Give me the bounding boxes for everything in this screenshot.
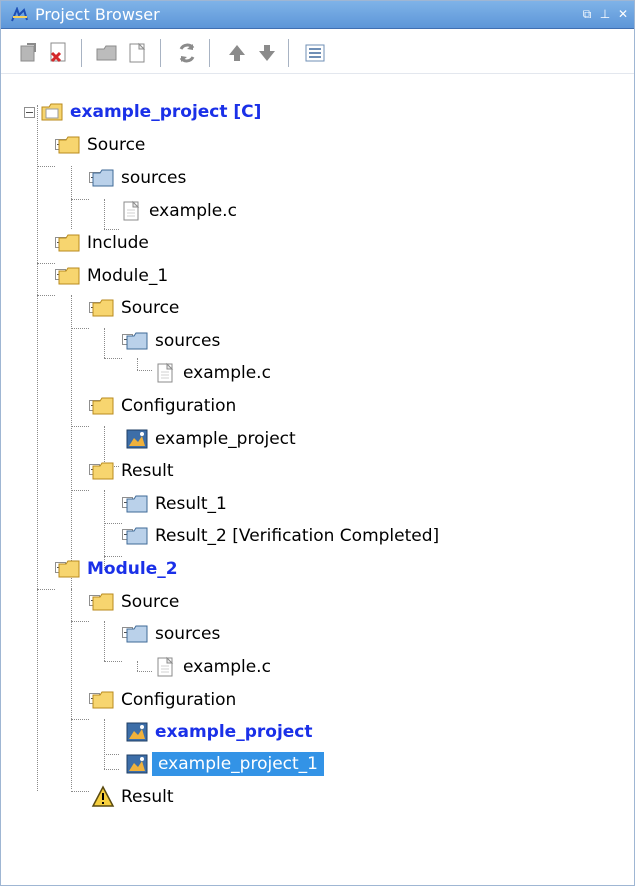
tree-node-label: Result_1: [155, 494, 227, 514]
tree-node-label: Source: [121, 298, 180, 318]
tree-node-label: Result_2 [Verification Completed]: [155, 526, 440, 546]
folder-icon: [58, 560, 80, 578]
configuration-icon: [126, 429, 148, 449]
new-file-icon[interactable]: [125, 41, 149, 65]
file-icon: [157, 656, 174, 677]
tree-node-sources[interactable]: sources: [125, 328, 220, 354]
folder-icon: [92, 462, 114, 480]
properties-icon[interactable]: [303, 41, 327, 65]
folder-icon: [92, 299, 114, 317]
tree-node-source[interactable]: Source: [57, 132, 145, 158]
tree-node-configuration[interactable]: Configuration: [91, 393, 236, 419]
folder-blue-icon: [126, 527, 148, 545]
tree-node-sources[interactable]: sources: [91, 165, 186, 191]
tree-node-label: example_project [C]: [70, 102, 262, 122]
tree-node-result-1[interactable]: Result_1: [125, 491, 227, 517]
folder-icon: [58, 234, 80, 252]
tree-node-label: Module_2: [87, 559, 178, 579]
folder-icon: [58, 136, 80, 154]
tree-node-label: Include: [87, 233, 149, 253]
tree-node-label: Configuration: [121, 690, 237, 710]
toolbar-separator: [160, 39, 161, 67]
refresh-icon[interactable]: [175, 41, 199, 65]
tree-node-label: example_project: [155, 429, 296, 449]
new-folder-icon[interactable]: [95, 41, 119, 65]
title-bar: Project Browser ⧉ ⊥ ✕: [1, 1, 634, 29]
tree-node-label: example_project: [155, 722, 313, 742]
file-icon: [157, 362, 174, 383]
tree-node-source[interactable]: Source: [91, 295, 179, 321]
tree-node-config-selected[interactable]: example_project_1: [125, 751, 324, 777]
restore-icon[interactable]: ⧉: [580, 6, 594, 22]
tree-node-label: Source: [87, 135, 146, 155]
tree-node-example-project[interactable]: example_project [C]: [40, 99, 261, 125]
tree-node-file[interactable]: example.c: [153, 654, 271, 680]
folder-blue-icon: [126, 495, 148, 513]
toolbar-separator: [288, 39, 289, 67]
tree-node-label: sources: [155, 331, 221, 351]
tree-node-file[interactable]: example.c: [153, 360, 271, 386]
tree-node-config[interactable]: example_project: [125, 426, 296, 452]
folder-blue-icon: [126, 332, 148, 350]
folder-blue-icon: [92, 169, 114, 187]
tree-node-label: sources: [155, 624, 221, 644]
down-arrow-icon[interactable]: [255, 41, 279, 65]
close-icon[interactable]: ✕: [616, 6, 630, 22]
warning-icon: [91, 785, 115, 807]
toolbar-separator: [81, 39, 82, 67]
configuration-icon: [126, 754, 148, 774]
tree-node-configuration[interactable]: Configuration: [91, 687, 236, 713]
pin-icon[interactable]: ⊥: [598, 6, 612, 22]
toolbar-separator: [209, 39, 210, 67]
tree-node-label: example_project_1: [152, 752, 324, 776]
window-title: Project Browser: [35, 5, 160, 24]
tree-node-config[interactable]: example_project: [125, 719, 313, 745]
tree-node-label: example.c: [183, 657, 271, 677]
tree-node-result-2[interactable]: Result_2 [Verification Completed]: [125, 523, 439, 549]
tree-node-label: example.c: [149, 201, 237, 221]
project-browser-icon: [11, 7, 28, 22]
folder-icon: [92, 397, 114, 415]
toolbar: [1, 31, 634, 74]
add-file-icon[interactable]: [17, 41, 41, 65]
tree-node-label: example.c: [183, 363, 271, 383]
up-arrow-icon[interactable]: [225, 41, 249, 65]
delete-file-icon[interactable]: [47, 41, 71, 65]
tree-node-label: Source: [121, 592, 180, 612]
project-browser-panel: Project Browser ⧉ ⊥ ✕ example_project [C…: [0, 0, 635, 886]
tree-node-include[interactable]: Include: [57, 230, 149, 256]
tree-node-label: Configuration: [121, 396, 237, 416]
folder-icon: [58, 267, 80, 285]
tree-node-label: sources: [121, 168, 187, 188]
expand-toggle[interactable]: [24, 107, 35, 118]
tree-node-result[interactable]: Result: [91, 458, 174, 484]
tree-node-label: Result: [121, 461, 174, 481]
project-tree: example_project [C] Source sources examp…: [1, 91, 634, 885]
folder-icon: [92, 593, 114, 611]
project-folder-icon: [41, 103, 63, 121]
folder-icon: [92, 691, 114, 709]
tree-node-file[interactable]: example.c: [119, 198, 237, 224]
configuration-icon: [126, 722, 148, 742]
tree-node-module-2[interactable]: Module_2: [57, 556, 178, 582]
tree-node-sources[interactable]: sources: [125, 621, 220, 647]
tree-node-label: Result: [121, 787, 174, 807]
tree-node-label: Module_1: [87, 266, 169, 286]
folder-blue-icon: [126, 625, 148, 643]
file-icon: [123, 200, 140, 221]
tree-node-module-1[interactable]: Module_1: [57, 263, 168, 289]
tree-node-source[interactable]: Source: [91, 589, 179, 615]
tree-node-result-warning[interactable]: Result: [91, 784, 174, 810]
